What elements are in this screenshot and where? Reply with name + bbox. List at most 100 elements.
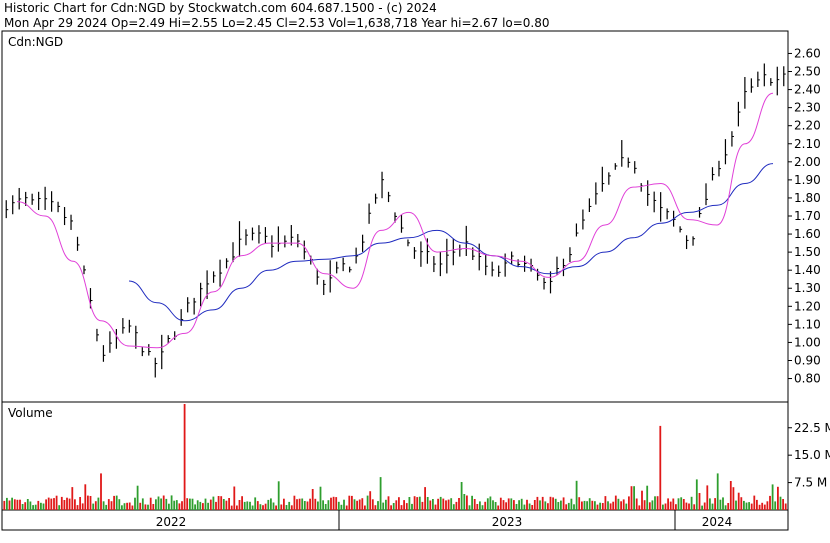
volume-bar: [570, 498, 573, 510]
volume-bar: [583, 500, 586, 510]
ohlc-bar: [595, 182, 598, 205]
volume-bar: [63, 500, 66, 510]
volume-bar: [421, 501, 424, 510]
ohlc-bar: [621, 140, 624, 167]
volume-bar: [466, 495, 468, 510]
ohlc-bar: [303, 240, 307, 260]
volume-bar: [317, 501, 319, 510]
ohlc-bar: [763, 63, 767, 87]
ohlc-bar: [439, 251, 443, 277]
ohlc-bar: [83, 265, 86, 275]
volume-bar: [400, 505, 403, 510]
volume-bar: [518, 500, 520, 510]
ohlc-bar: [193, 297, 197, 315]
ohlc-bar: [588, 198, 592, 213]
volume-bar: [275, 505, 277, 510]
volume-bar: [403, 500, 405, 510]
volume-bar: [432, 499, 434, 510]
volume-bar: [392, 503, 395, 510]
volume-bar: [196, 500, 199, 510]
ohlc-bar: [96, 328, 99, 342]
volume-bar: [141, 498, 144, 510]
volume-bar: [641, 490, 643, 510]
ohlc-bar: [783, 66, 786, 87]
volume-bar: [194, 504, 196, 510]
volume-bar: [390, 505, 392, 510]
ohlc-bar: [737, 101, 741, 127]
ohlc-bar: [478, 243, 482, 271]
volume-bar: [8, 500, 11, 510]
volume-bar: [126, 502, 128, 510]
volume-bar: [3, 500, 6, 510]
volume-bar: [609, 503, 612, 510]
volume-bar: [614, 495, 617, 510]
volume-bar: [204, 498, 207, 510]
volume-bar: [351, 495, 353, 510]
volume-bar: [340, 504, 343, 510]
volume-bar: [750, 503, 753, 510]
volume-bar: [502, 500, 505, 510]
ohlc-bar: [102, 345, 106, 362]
volume-bar: [424, 487, 426, 510]
volume-bar: [523, 504, 526, 510]
volume-axis: 22.5 M 15.0 M 7.5 M: [788, 421, 830, 490]
volume-bar: [552, 497, 554, 510]
volume-bar: [170, 495, 173, 510]
outer-frame: [1, 30, 789, 531]
ohlc-bar: [407, 239, 410, 247]
price-tick-label: 2.40: [794, 83, 821, 97]
volume-bar: [21, 504, 24, 510]
volume-bar: [233, 486, 236, 510]
volume-bar: [439, 496, 442, 510]
volume-bar: [416, 497, 419, 510]
volume-bar: [128, 502, 131, 510]
ohlc-bar: [31, 193, 35, 205]
volume-bar: [157, 496, 160, 510]
volume-bar: [379, 477, 382, 510]
volume-bar: [230, 505, 233, 510]
volume-bar: [45, 499, 47, 510]
ohlc-bar: [122, 318, 125, 334]
volume-bar: [756, 499, 758, 510]
volume-bar: [199, 501, 202, 510]
volume-bar: [202, 503, 204, 510]
volume-bar: [698, 493, 701, 510]
volume-bar: [285, 505, 288, 510]
volume-bar: [727, 503, 730, 510]
volume-bar: [479, 501, 481, 510]
ohlc-bar: [271, 235, 274, 258]
ohlc-bar: [750, 78, 754, 93]
volume-bar: [625, 503, 628, 510]
volume-bar: [753, 495, 756, 510]
ohlc-bar: [698, 207, 702, 218]
volume-bar: [643, 500, 646, 510]
ohlc-bar: [446, 238, 449, 274]
volume-bar: [303, 501, 306, 510]
volume-bar: [147, 504, 149, 510]
volume-bar: [337, 501, 340, 510]
volume-bar: [26, 499, 29, 510]
volume-bar: [29, 501, 32, 510]
ohlc-bar: [420, 241, 423, 267]
volume-bar: [293, 495, 296, 510]
volume-bar: [656, 496, 659, 510]
ohlc-bar: [504, 253, 508, 277]
ohlc-bar: [180, 309, 184, 326]
volume-bar: [648, 502, 651, 510]
ohlc-bar: [109, 331, 112, 353]
volume-bar: [714, 498, 716, 510]
volume-bar: [601, 503, 604, 510]
volume-bar: [296, 499, 298, 510]
volume-bar: [748, 502, 750, 510]
volume-bar: [356, 500, 358, 510]
ohlc-bar: [647, 180, 650, 206]
ohlc-bar: [459, 244, 462, 257]
volume-bar: [769, 495, 771, 510]
volume-bar: [662, 504, 664, 510]
ohlc-bar: [219, 259, 223, 287]
volume-bar: [256, 501, 259, 510]
volume-panel-title: Volume: [8, 406, 53, 420]
volume-bar: [87, 495, 89, 510]
volume-bar: [68, 498, 71, 510]
volume-bar: [309, 498, 311, 510]
